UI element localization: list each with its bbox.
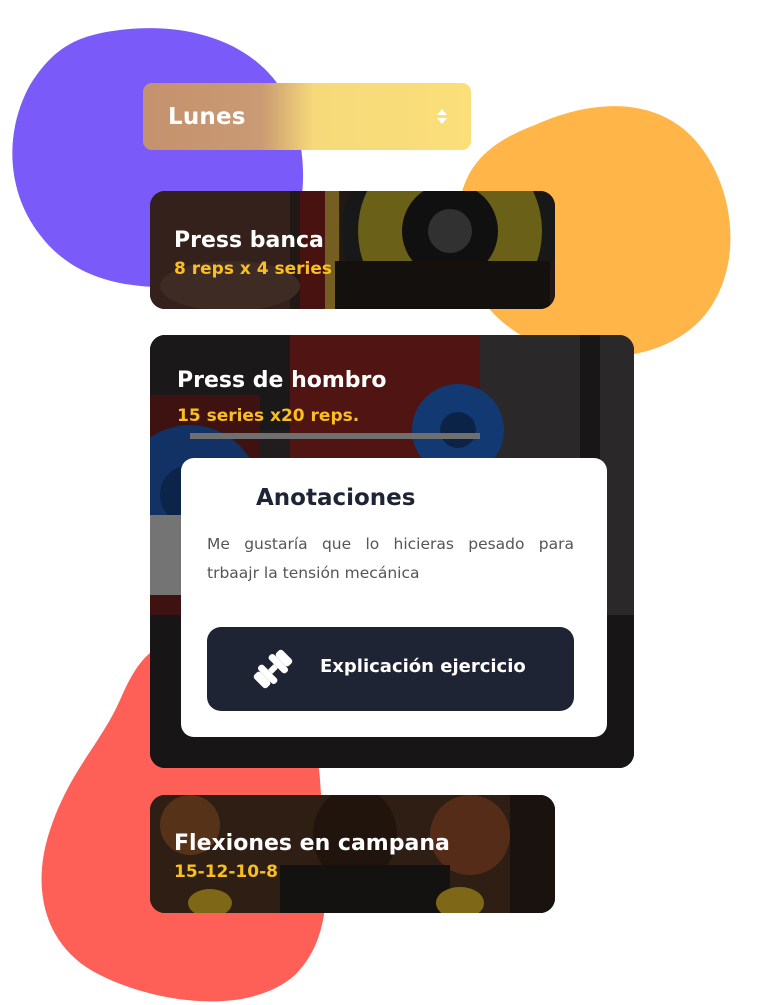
exercise-name: Flexiones en campana bbox=[174, 831, 450, 856]
exercise-name: Press banca bbox=[174, 228, 324, 253]
exercise-explanation-label: Explicación ejercicio bbox=[320, 656, 526, 677]
exercise-card-press-banca[interactable]: Press banca 8 reps x 4 series bbox=[150, 191, 555, 309]
notes-text: Me gustaría que lo hicieras pesado para … bbox=[207, 535, 574, 582]
exercise-explanation-button[interactable]: Explicación ejercicio bbox=[207, 627, 574, 711]
exercise-card-press-de-hombro[interactable]: Press de hombro 15 series x20 reps. Anot… bbox=[150, 335, 634, 768]
exercise-detail: 15-12-10-8 bbox=[174, 862, 278, 882]
exercise-detail: 8 reps x 4 series bbox=[174, 259, 333, 279]
exercise-detail: 15 series x20 reps. bbox=[177, 406, 360, 426]
select-arrows-icon bbox=[437, 109, 447, 124]
day-select-value: Lunes bbox=[168, 103, 246, 130]
exercise-card-flexiones-en-campana[interactable]: Flexiones en campana 15-12-10-8 bbox=[150, 795, 555, 913]
notes-panel: Anotaciones Me gustaría que lo hicieras … bbox=[181, 458, 607, 737]
exercise-name: Press de hombro bbox=[177, 368, 387, 393]
notes-title: Anotaciones bbox=[256, 485, 416, 511]
day-select[interactable]: Lunes bbox=[143, 83, 471, 150]
dumbbell-icon bbox=[253, 649, 293, 689]
